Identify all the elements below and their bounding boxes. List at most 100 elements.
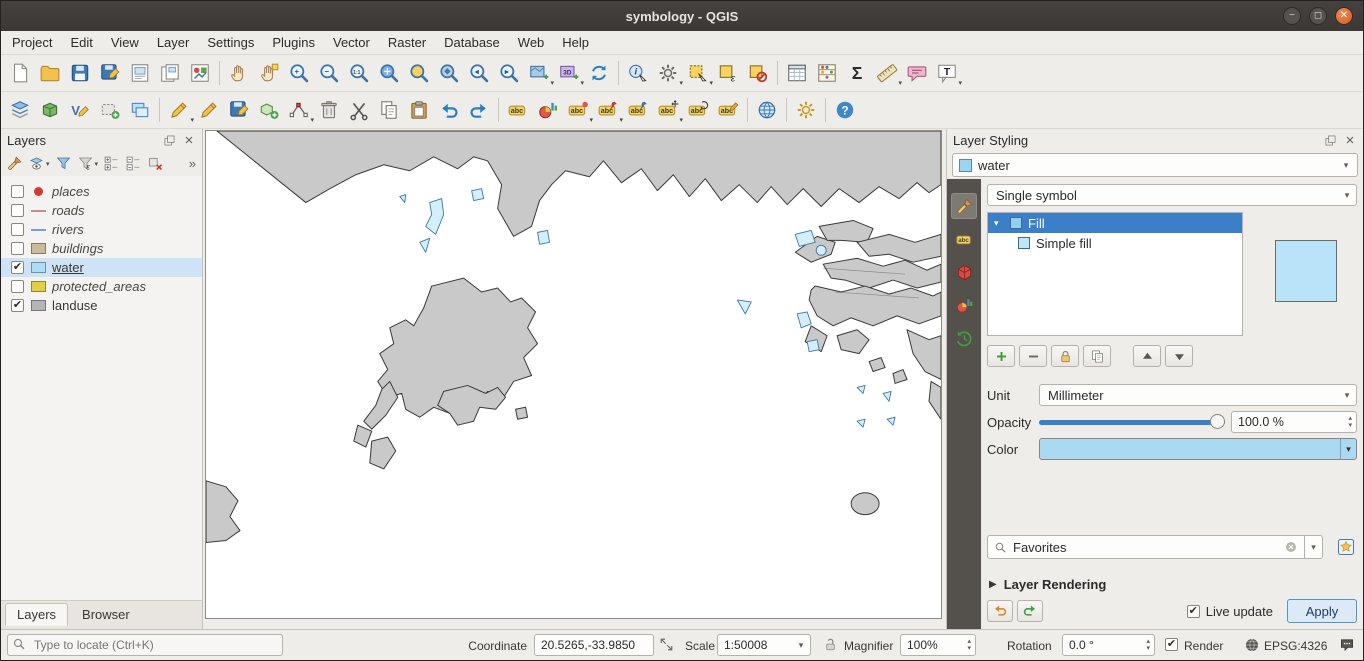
layer-checkbox[interactable]: ✔ (11, 261, 24, 274)
layer-checkbox[interactable] (11, 242, 24, 255)
live-update-checkbox[interactable]: ✔ (1187, 605, 1200, 618)
symbol-type-combo[interactable]: Single symbol ▾ (987, 184, 1357, 206)
help-contents-button[interactable]: ? (830, 95, 860, 125)
move-symbol-down-button[interactable] (1165, 345, 1193, 367)
layer-checkbox[interactable] (11, 223, 24, 236)
new-print-layout-button[interactable] (125, 58, 155, 88)
layer-item-protected_areas[interactable]: protected_areas (1, 277, 202, 296)
menu-database[interactable]: Database (435, 32, 509, 53)
save-layer-edits-button[interactable] (224, 95, 254, 125)
color-button[interactable]: ▾ (1039, 438, 1357, 460)
zoom-to-selection-button[interactable] (404, 58, 434, 88)
layer-checkbox[interactable] (11, 280, 24, 293)
locator-bar[interactable] (7, 634, 283, 656)
processing-toolbox-button[interactable] (791, 95, 821, 125)
chevron-down-icon[interactable]: ▾ (1340, 439, 1356, 459)
titlebar[interactable]: symbology - QGIS − ◻ ✕ (1, 1, 1363, 31)
menu-help[interactable]: Help (553, 32, 598, 53)
menu-plugins[interactable]: Plugins (263, 32, 324, 53)
new-3d-map-view-button[interactable]: 3D▾ (554, 58, 584, 88)
select-features-button[interactable]: ▾ (683, 58, 713, 88)
remove-layer-button[interactable] (146, 154, 165, 174)
menu-view[interactable]: View (102, 32, 148, 53)
paste-features-button[interactable] (404, 95, 434, 125)
measure-line-button[interactable]: ▾ (872, 58, 902, 88)
layer-item-buildings[interactable]: buildings (1, 239, 202, 258)
new-temporary-scratch-layer-button[interactable] (95, 95, 125, 125)
deselect-features-button[interactable] (743, 58, 773, 88)
new-shapefile-layer-button[interactable]: V (65, 95, 95, 125)
statistical-summary-button[interactable]: Σ (842, 58, 872, 88)
symbol-tree-item-fill[interactable]: ▾ Fill (988, 213, 1242, 233)
layer-checkbox[interactable] (11, 185, 24, 198)
zoom-to-layer-button[interactable] (434, 58, 464, 88)
layer-diagram-options-button[interactable] (533, 95, 563, 125)
undo-style-button[interactable] (987, 600, 1013, 622)
tab-layers[interactable]: Layers (5, 603, 68, 626)
float-panel-icon[interactable] (1323, 133, 1337, 147)
menu-raster[interactable]: Raster (379, 32, 435, 53)
coordinate-box[interactable]: 20.5265,-33.9850 (534, 634, 654, 656)
pan-to-selection-button[interactable] (254, 58, 284, 88)
lock-symbol-layer-button[interactable] (1051, 345, 1079, 367)
add-symbol-layer-button[interactable] (987, 345, 1015, 367)
show-layout-manager-button[interactable] (155, 58, 185, 88)
close-panel-icon[interactable] (1343, 133, 1357, 147)
opacity-spinbox[interactable]: 100.0 % ▴▾ (1231, 411, 1357, 433)
menu-settings[interactable]: Settings (198, 32, 263, 53)
opacity-slider[interactable] (1039, 412, 1225, 432)
symbols-filter[interactable]: Favorites (987, 535, 1305, 559)
move-label-button[interactable]: abc▾ (653, 95, 683, 125)
new-geopackage-layer-button[interactable] (35, 95, 65, 125)
layer-item-water[interactable]: ✔water (1, 258, 202, 277)
layer-item-rivers[interactable]: rivers (1, 220, 202, 239)
panel-overflow-button[interactable]: » (189, 156, 198, 171)
toggle-editing-button[interactable] (194, 95, 224, 125)
labeling-rules-button[interactable]: abc▾ (563, 95, 593, 125)
new-project-button[interactable] (5, 58, 35, 88)
save-project-as-button[interactable] (95, 58, 125, 88)
filter-by-expression-button[interactable]: ε▾ (76, 154, 100, 174)
zoom-out-button[interactable]: − (314, 58, 344, 88)
styling-tab-history[interactable] (951, 325, 977, 351)
text-annotation-button[interactable]: T▾ (932, 58, 962, 88)
slider-handle[interactable] (1210, 414, 1225, 429)
extent-toggle-icon[interactable] (659, 637, 674, 652)
open-project-button[interactable] (35, 58, 65, 88)
select-by-expression-button[interactable]: ε (713, 58, 743, 88)
expander-icon[interactable]: ▾ (994, 218, 1004, 229)
redo-style-button[interactable] (1017, 600, 1043, 622)
redo-button[interactable] (464, 95, 494, 125)
locator-input[interactable] (7, 634, 283, 656)
menu-edit[interactable]: Edit (61, 32, 101, 53)
menu-layer[interactable]: Layer (148, 32, 199, 53)
new-map-view-button[interactable]: ▾ (524, 58, 554, 88)
symbols-filter-dropdown[interactable]: ▾ (1305, 535, 1323, 559)
delete-selected-button[interactable] (314, 95, 344, 125)
open-data-source-manager-button[interactable] (5, 95, 35, 125)
collapse-all-button[interactable] (124, 154, 143, 174)
pan-map-button[interactable] (224, 58, 254, 88)
messages-icon[interactable] (1339, 637, 1355, 653)
menu-project[interactable]: Project (3, 32, 61, 53)
copy-features-button[interactable] (374, 95, 404, 125)
crs-globe-icon[interactable] (1244, 637, 1260, 653)
duplicate-symbol-layer-button[interactable] (1083, 345, 1111, 367)
apply-button[interactable]: Apply (1287, 599, 1357, 623)
open-layer-styling-button[interactable] (5, 154, 24, 174)
close-button[interactable]: ✕ (1335, 7, 1353, 25)
new-virtual-layer-button[interactable] (125, 95, 155, 125)
styling-tab-symbology[interactable] (951, 193, 977, 219)
layer-labeling-options-button[interactable]: abc (503, 95, 533, 125)
run-feature-action-button[interactable]: ▾ (653, 58, 683, 88)
lock-scale-icon[interactable] (823, 637, 838, 652)
open-attribute-table-button[interactable] (782, 58, 812, 88)
zoom-native-button[interactable]: 1:1 (344, 58, 374, 88)
rotation-spinbox[interactable]: 0.0 ° ▴▾ (1062, 634, 1155, 656)
save-project-button[interactable] (65, 58, 95, 88)
zoom-next-button[interactable]: ▸ (494, 58, 524, 88)
map-tips-button[interactable] (902, 58, 932, 88)
menu-vector[interactable]: Vector (324, 32, 379, 53)
layer-item-landuse[interactable]: ✔landuse (1, 296, 202, 315)
styling-layer-combo[interactable]: water ▾ (952, 153, 1358, 177)
